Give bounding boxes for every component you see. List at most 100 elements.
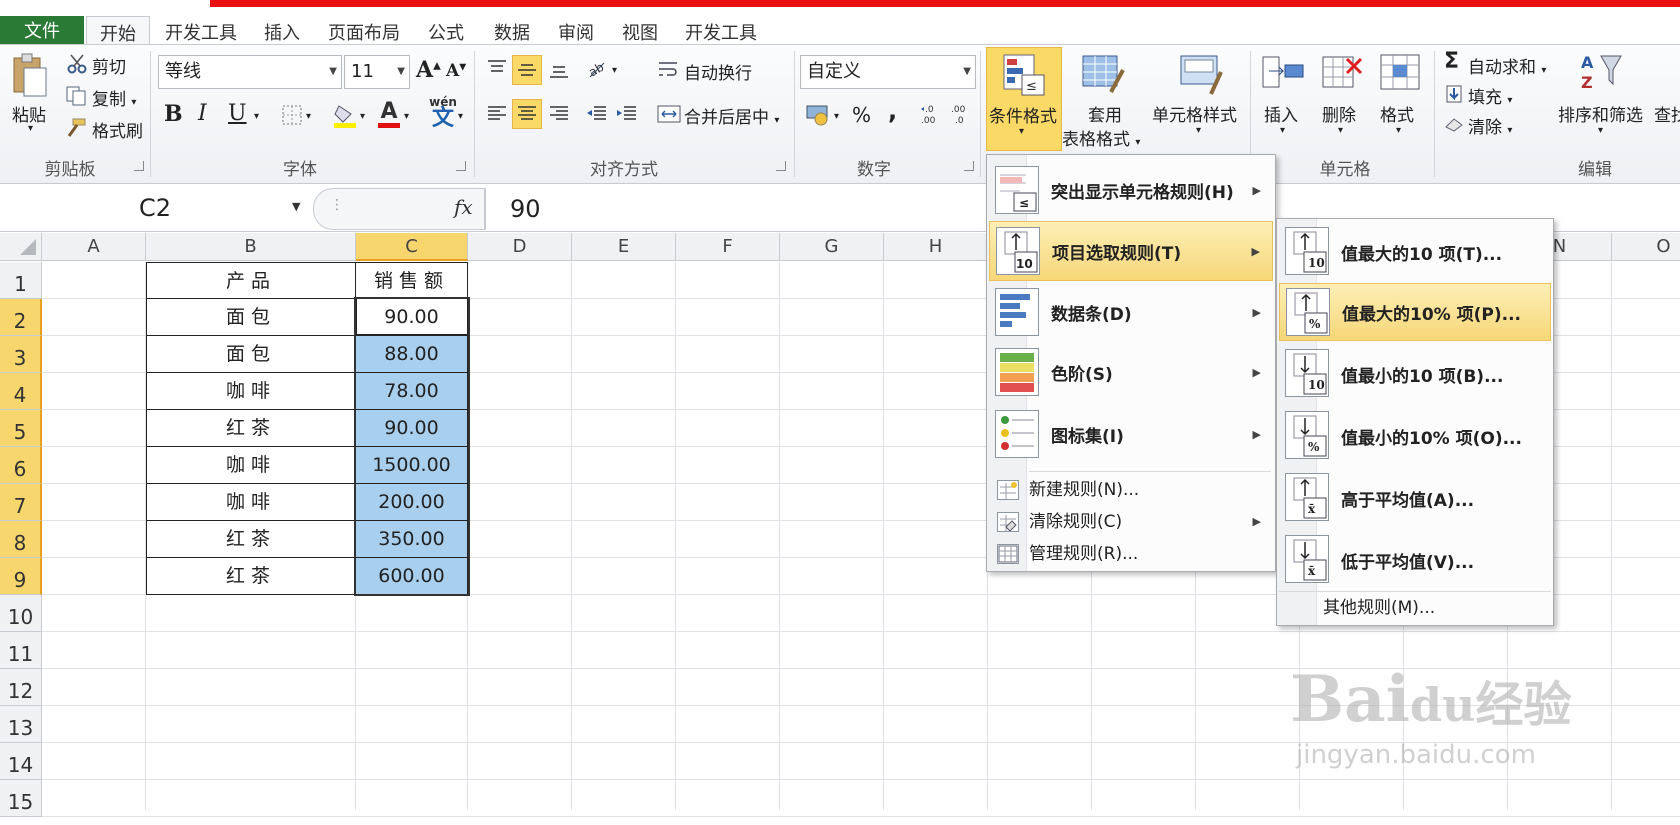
column-header-e[interactable]: E bbox=[572, 233, 676, 261]
row-header-8[interactable]: 8 bbox=[0, 521, 42, 558]
column-header-b[interactable]: B bbox=[146, 233, 356, 261]
menu-topbottom-item-5[interactable]: x̄ 高于平均值(A)... bbox=[1279, 469, 1551, 527]
column-header-g[interactable]: G bbox=[780, 233, 884, 261]
underline-button[interactable]: U bbox=[228, 101, 247, 126]
table-cell-product[interactable]: 咖啡 bbox=[146, 446, 356, 484]
row-header-2[interactable]: 2 bbox=[0, 299, 42, 336]
font-color-dropdown-icon[interactable]: ▾ bbox=[404, 111, 409, 122]
border-dropdown-icon[interactable]: ▾ bbox=[306, 111, 311, 122]
phonetic-icon[interactable]: wén 文 bbox=[426, 95, 460, 131]
table-cell-product[interactable]: 红茶 bbox=[146, 557, 356, 595]
name-box-dropdown-icon[interactable]: ▼ bbox=[292, 200, 300, 213]
menu-more-rules[interactable]: 其他规则(M)... bbox=[1279, 593, 1551, 623]
phonetic-dropdown-icon[interactable]: ▾ bbox=[458, 111, 463, 122]
decrease-indent-icon[interactable] bbox=[584, 101, 610, 127]
menu-topbottom-item-4[interactable]: % 值最小的10% 项(O)... bbox=[1279, 407, 1551, 465]
align-right-icon[interactable] bbox=[546, 101, 572, 127]
bold-button[interactable]: B bbox=[164, 101, 183, 127]
font-color-icon[interactable]: A bbox=[376, 99, 402, 129]
align-bottom-icon[interactable] bbox=[546, 55, 572, 85]
currency-icon[interactable] bbox=[804, 101, 834, 127]
formula-input[interactable]: 90 bbox=[485, 188, 541, 230]
format-cells-button[interactable]: 格式 bbox=[1380, 101, 1414, 126]
delete-cells-button[interactable]: 删除 bbox=[1322, 101, 1356, 126]
format-as-table-button[interactable]: 表格格式 ▾ bbox=[1062, 125, 1140, 150]
select-all-corner[interactable] bbox=[0, 233, 42, 261]
row-header-9[interactable]: 9 bbox=[0, 558, 42, 595]
column-header-f[interactable]: F bbox=[676, 233, 780, 261]
align-top-icon[interactable] bbox=[484, 55, 510, 81]
row-header-11[interactable]: 11 bbox=[0, 632, 42, 669]
align-center-icon[interactable] bbox=[512, 99, 542, 129]
row-header-1[interactable]: 1 bbox=[0, 262, 42, 299]
table-cell-product[interactable]: 咖啡 bbox=[146, 372, 356, 410]
menu-data-bars[interactable]: 数据条(D) ▶ bbox=[989, 283, 1273, 341]
table-cell-product[interactable]: 面包 bbox=[146, 335, 356, 373]
table-header-cell[interactable]: 产品 bbox=[146, 262, 356, 299]
cell-styles-dropdown-icon[interactable]: ▾ bbox=[1196, 125, 1201, 136]
paste-dropdown-icon[interactable]: ▾ bbox=[28, 123, 33, 134]
row-header-7[interactable]: 7 bbox=[0, 484, 42, 521]
shrink-font-button[interactable]: A▼ bbox=[446, 61, 466, 81]
grow-font-button[interactable]: A▲ bbox=[416, 57, 441, 83]
format-dropdown-icon[interactable]: ▾ bbox=[1396, 125, 1401, 136]
menu-topbottom-item-2[interactable]: % 值最大的10% 项(P)... bbox=[1279, 283, 1551, 341]
increase-decimal-icon[interactable]: .0.00 bbox=[918, 101, 944, 127]
fill-button[interactable]: 填充 ▾ bbox=[1468, 83, 1512, 108]
merge-center-button[interactable]: 合并后居中 ▾ bbox=[684, 103, 779, 128]
orientation-icon[interactable]: ab bbox=[584, 55, 610, 81]
menu-color-scales[interactable]: 色阶(S) ▶ bbox=[989, 343, 1273, 401]
fill-color-icon[interactable] bbox=[332, 101, 358, 129]
format-as-table-label-1[interactable]: 套用 bbox=[1088, 101, 1122, 126]
delete-dropdown-icon[interactable]: ▾ bbox=[1338, 125, 1343, 136]
font-size-combo[interactable]: 11 ▼ bbox=[344, 55, 410, 89]
clipboard-launcher-icon[interactable] bbox=[134, 161, 144, 171]
menu-top-bottom-rules[interactable]: 10 项目选取规则(T) ▶ bbox=[989, 221, 1273, 281]
underline-dropdown-icon[interactable]: ▾ bbox=[254, 111, 259, 122]
menu-topbottom-item-1[interactable]: 10 值最大的10 项(T)... bbox=[1279, 223, 1551, 281]
name-box[interactable]: C2 bbox=[0, 188, 310, 228]
row-header-10[interactable]: 10 bbox=[0, 595, 42, 632]
wrap-text-button[interactable]: 自动换行 bbox=[684, 59, 752, 84]
align-middle-icon[interactable] bbox=[512, 55, 542, 85]
orientation-dropdown-icon[interactable]: ▾ bbox=[612, 65, 617, 76]
comma-button[interactable]: , bbox=[888, 97, 897, 125]
column-header-d[interactable]: D bbox=[468, 233, 572, 261]
column-header-o[interactable]: O bbox=[1612, 233, 1680, 261]
italic-button[interactable]: I bbox=[198, 101, 207, 126]
font-launcher-icon[interactable] bbox=[456, 161, 466, 171]
currency-dropdown-icon[interactable]: ▾ bbox=[834, 111, 839, 122]
table-cell-product[interactable]: 面包 bbox=[146, 298, 356, 336]
cut-button[interactable]: 剪切 bbox=[92, 53, 126, 78]
copy-button[interactable]: 复制 ▾ bbox=[92, 85, 136, 110]
menu-topbottom-item-3[interactable]: 10 值最小的10 项(B)... bbox=[1279, 345, 1551, 403]
sort-dropdown-icon[interactable]: ▾ bbox=[1598, 125, 1603, 136]
paste-icon[interactable] bbox=[10, 51, 50, 101]
percent-button[interactable]: % bbox=[852, 103, 871, 127]
menu-highlight-cells-rules[interactable]: ≤ 突出显示单元格规则(H) ▶ bbox=[989, 161, 1273, 219]
table-cell-product[interactable]: 红茶 bbox=[146, 409, 356, 447]
table-cell-product[interactable]: 红茶 bbox=[146, 520, 356, 558]
row-header-13[interactable]: 13 bbox=[0, 706, 42, 743]
insert-dropdown-icon[interactable]: ▾ bbox=[1280, 125, 1285, 136]
decrease-decimal-icon[interactable]: .00.0 bbox=[948, 101, 974, 127]
menu-clear-rules[interactable]: 清除规则(C) ▶ bbox=[989, 507, 1273, 537]
menu-new-rule[interactable]: 新建规则(N)... bbox=[989, 475, 1273, 505]
column-header-a[interactable]: A bbox=[42, 233, 146, 261]
row-header-14[interactable]: 14 bbox=[0, 743, 42, 780]
row-header-3[interactable]: 3 bbox=[0, 336, 42, 373]
alignment-launcher-icon[interactable] bbox=[776, 161, 786, 171]
conditional-format-button[interactable]: ≤ 条件格式 ▾ bbox=[986, 47, 1062, 151]
font-name-combo[interactable]: 等线 ▼ bbox=[158, 55, 342, 89]
find-select-button[interactable]: 查找 bbox=[1654, 101, 1680, 126]
table-header-cell[interactable]: 销售额 bbox=[355, 262, 468, 299]
table-cell-product[interactable]: 咖啡 bbox=[146, 483, 356, 521]
insert-function-icon[interactable]: fx bbox=[454, 195, 473, 219]
number-launcher-icon[interactable] bbox=[964, 161, 974, 171]
fill-color-dropdown-icon[interactable]: ▾ bbox=[360, 111, 365, 122]
clear-button[interactable]: 清除 ▾ bbox=[1468, 113, 1512, 138]
insert-cells-button[interactable]: 插入 bbox=[1264, 101, 1298, 126]
align-left-icon[interactable] bbox=[484, 101, 510, 127]
autosum-button[interactable]: 自动求和 ▾ bbox=[1468, 53, 1546, 78]
row-header-15[interactable]: 15 bbox=[0, 780, 42, 817]
